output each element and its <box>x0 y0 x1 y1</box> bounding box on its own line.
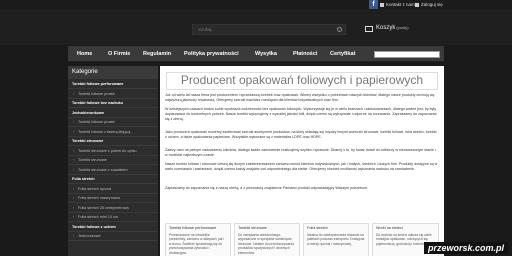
nav-certificate[interactable]: Certyfikat <box>330 46 355 62</box>
feature-column-text: Do zamykania wielokrotnego, wyposażone w… <box>238 233 294 255</box>
nav-search-input[interactable] <box>374 51 440 58</box>
paragraph: Już od wielu lat nasza firma jest produc… <box>165 93 435 103</box>
page-title: Producent opakowań foliowych i papierowy… <box>180 73 424 87</box>
feature-column-text: Przeznaczone na niewielkie przedmioty, z… <box>169 233 225 255</box>
main-content: Producent opakowań foliowych i papierowy… <box>160 66 444 256</box>
nav-home[interactable]: Home <box>77 46 92 62</box>
contact-link-label: Kontakt z nami <box>386 2 416 7</box>
sidebar-item[interactable]: Torebki foliowe z taśmą klejącą <box>68 128 158 137</box>
nav-payments[interactable]: Płatności <box>293 46 317 62</box>
cart-icon[interactable] <box>365 26 373 32</box>
nav-shipping[interactable]: Wysyłka <box>255 46 277 62</box>
feature-column-title: Folia stretch <box>307 226 328 230</box>
sidebar-item[interactable]: Folia stretch ręczna <box>68 185 158 194</box>
sidebar-item[interactable]: Jednokierunkowe <box>68 109 158 118</box>
cart-label: Koszyk <box>376 25 396 31</box>
paragraph: Zależy nam na pełnym zadowoleniu klientó… <box>165 148 436 158</box>
feature-column[interactable]: Torebki strunowe Do zamykania wielokrotn… <box>234 223 300 256</box>
sidebar-item[interactable]: Folia stretch maszynowa <box>68 194 158 203</box>
feature-column[interactable]: Torebki foliowe perforowane Przeznaczone… <box>165 223 231 256</box>
sidebar-item[interactable]: Folia stretch <box>68 175 158 184</box>
paragraph: W dzisiejszych czasach trudno sobie wyob… <box>165 107 437 122</box>
feature-column[interactable]: Folia stretch Idealna do zabezpieczania … <box>303 223 369 256</box>
sidebar-item[interactable]: Torebki foliowe perforowane <box>68 80 158 89</box>
cart-button[interactable]: Koszyk(pusty) <box>376 25 409 31</box>
nav-about[interactable]: O Firmie <box>108 46 130 62</box>
sidebar-item[interactable]: Torebki foliowe z uchem <box>68 223 158 232</box>
login-link-label: Zaloguj się <box>421 2 443 7</box>
sidebar-item[interactable]: Torebki foliowe proste <box>68 90 158 99</box>
paragraph: Jako producent opakowań możemy zaoferowa… <box>165 130 437 140</box>
sidebar-item[interactable]: Torebki strunowe z suwakiem <box>68 166 158 175</box>
nav-privacy[interactable]: Polityka prywatności <box>184 46 239 62</box>
sidebar-item[interactable]: Torebki strunowe <box>68 156 158 165</box>
sidebar-item[interactable]: Jednorazowe <box>68 232 158 241</box>
paragraph: Nasze torebki foliowe i strunowe cieszą … <box>165 162 438 172</box>
category-sidebar: Kategorie Torebki foliowe perforowaneTor… <box>68 66 158 256</box>
user-icon <box>415 2 419 7</box>
search-input[interactable]: Szukaj <box>192 24 346 35</box>
sidebar-title: Kategorie <box>68 66 158 79</box>
feature-column-title: Torebki foliowe perforowane <box>169 226 217 230</box>
paragraph: Zapraszamy do zapoznania się z naszą ofe… <box>165 186 369 190</box>
cart-status: (pusty) <box>396 25 409 30</box>
feature-column-title: Worki na śmieci <box>376 226 403 230</box>
nav-terms[interactable]: Regulamin <box>143 46 171 62</box>
sidebar-item[interactable]: Torebki strunowe z polem do opisu <box>68 147 158 156</box>
facebook-icon[interactable]: f <box>369 0 378 9</box>
sidebar-item[interactable]: Torebki foliowe bez nadruku <box>68 99 158 108</box>
feature-column-title: Torebki strunowe <box>238 226 267 230</box>
feature-columns: Torebki foliowe perforowane Przeznaczone… <box>165 223 439 256</box>
search-placeholder: Szukaj <box>198 27 212 32</box>
sidebar-item[interactable]: Torebki strunowe <box>68 137 158 146</box>
feature-column-text: Idealna do zabezpieczania towarów na pal… <box>307 233 365 246</box>
contact-link[interactable]: Kontakt z nami <box>380 1 416 8</box>
sidebar-item[interactable]: Folia stretch mini 10 cm <box>68 213 158 222</box>
phone-icon <box>380 2 384 7</box>
watermark-logo: przeworsk.com.pl <box>423 242 508 254</box>
sidebar-item[interactable]: Folia stretch 25 centymetrowa <box>68 204 158 213</box>
login-link[interactable]: Zaloguj się <box>415 1 443 8</box>
sidebar-item[interactable]: Torebki foliowe proste <box>68 118 158 127</box>
search-icon[interactable] <box>337 27 342 32</box>
